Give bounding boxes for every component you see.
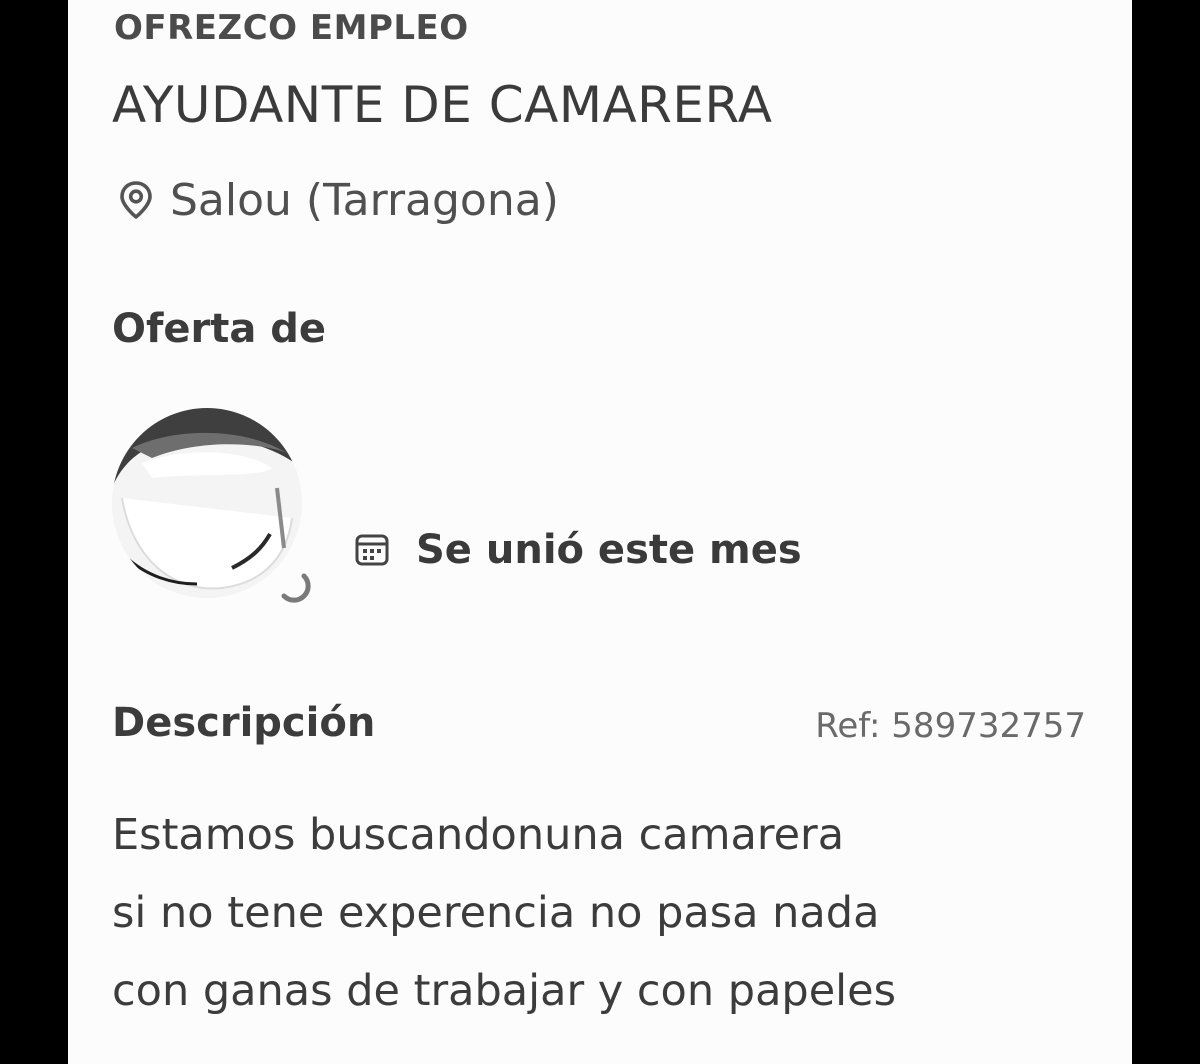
joined-text: Se unió este mes [416,527,802,573]
description-heading: Descripción [112,700,376,746]
listing-title: AYUDANTE DE CAMARERA [112,76,773,134]
seller-profile[interactable] [112,408,312,608]
calendar-icon [354,532,390,568]
description-body: Estamos buscandonuna camarera si no tene… [112,796,1102,1030]
description-line: si no tene experencia no pasa nada [112,888,880,938]
description-line: con ganas de trabajar y con papeles [112,966,896,1016]
description-line: Estamos buscandonuna camarera [112,810,845,860]
location-pin-icon [116,180,156,220]
loading-ring-icon [281,573,311,603]
listing-screen: OFREZCO EMPLEO AYUDANTE DE CAMARERA Salo… [68,0,1132,1064]
offer-of-heading: Oferta de [112,306,327,352]
listing-category: OFREZCO EMPLEO [114,8,469,48]
reference-number: Ref: 589732757 [815,706,1086,746]
listing-location[interactable]: Salou (Tarragona) [116,168,559,232]
location-text: Salou (Tarragona) [170,174,559,226]
screenshot-frame: OFREZCO EMPLEO AYUDANTE DE CAMARERA Salo… [0,0,1200,1064]
joined-info: Se unió este mes [354,520,802,580]
